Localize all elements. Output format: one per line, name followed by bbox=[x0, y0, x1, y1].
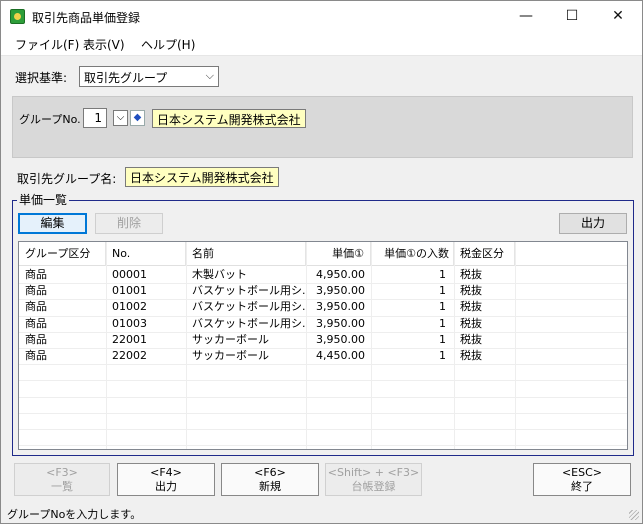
table-cell: 1 bbox=[439, 268, 446, 281]
f4-output-button[interactable]: <F4> 出力 bbox=[117, 463, 215, 496]
column-header[interactable]: グループ区分 bbox=[19, 242, 106, 266]
delete-button[interactable]: 削除 bbox=[95, 213, 163, 234]
column-header[interactable]: 名前 bbox=[186, 242, 306, 266]
table-cell: 1 bbox=[439, 316, 446, 330]
table-cell: 4,450.00 bbox=[316, 349, 365, 362]
table-cell: 01002 bbox=[112, 300, 147, 314]
table-cell: 01003 bbox=[112, 316, 147, 330]
f4-action-label: 出力 bbox=[155, 480, 177, 493]
table-cell: 1 bbox=[439, 284, 446, 298]
group-no-label: グループNo. bbox=[19, 113, 81, 126]
f6-action-label: 新規 bbox=[259, 480, 281, 493]
table-cell: 4,950.00 bbox=[316, 268, 365, 281]
table-cell: 税抜 bbox=[460, 332, 482, 346]
f6-key-label: <F6> bbox=[254, 466, 286, 479]
table-cell: 商品 bbox=[25, 332, 47, 346]
table-cell: 税抜 bbox=[460, 268, 482, 281]
table-cell: 商品 bbox=[25, 349, 47, 362]
table-cell: 商品 bbox=[25, 300, 47, 314]
table-cell: バスケットボール用シ... bbox=[192, 300, 306, 314]
title-bar: 取引先商品単価登録 — ☐ ✕ bbox=[1, 1, 642, 32]
table-cell: 3,950.00 bbox=[316, 284, 365, 298]
app-window: 取引先商品単価登録 — ☐ ✕ ファイル(F) 表示(V) ヘルプ(H) 選択基… bbox=[0, 0, 643, 524]
resize-grip-icon[interactable] bbox=[629, 510, 639, 520]
table-cell: 1 bbox=[439, 332, 446, 346]
group-lookup-button[interactable]: ◆ bbox=[130, 110, 145, 126]
menu-bar: ファイル(F) 表示(V) ヘルプ(H) bbox=[1, 32, 642, 56]
esc-exit-button[interactable]: <ESC> 終了 bbox=[533, 463, 631, 496]
app-icon bbox=[10, 9, 25, 24]
table-header: グループ区分 No. 名前 単価① 単価①の入数 税金区分 bbox=[19, 242, 627, 266]
group-name-display: 日本システム開発株式会社 bbox=[152, 109, 306, 128]
table-cell: 木製バット bbox=[192, 268, 247, 281]
table-cell: 1 bbox=[439, 349, 446, 362]
maximize-button[interactable]: ☐ bbox=[549, 1, 595, 32]
table-cell: 税抜 bbox=[460, 349, 482, 362]
diamond-icon: ◆ bbox=[133, 112, 142, 123]
table-cell: 税抜 bbox=[460, 300, 482, 314]
column-header[interactable]: 税金区分 bbox=[454, 242, 515, 266]
table-cell: 22002 bbox=[112, 349, 147, 362]
f3-list-button[interactable]: <F3> 一覧 bbox=[14, 463, 110, 496]
f4-key-label: <F4> bbox=[150, 466, 182, 479]
table-cell: 3,950.00 bbox=[316, 300, 365, 314]
table-cell: 税抜 bbox=[460, 284, 482, 298]
table-cell: 商品 bbox=[25, 284, 47, 298]
close-button[interactable]: ✕ bbox=[595, 1, 641, 32]
status-text: グループNoを入力します。 bbox=[7, 508, 142, 521]
shift-f3-action-label: 台帳登録 bbox=[351, 480, 396, 493]
group-name-field: 日本システム開発株式会社 bbox=[125, 167, 279, 187]
chevron-down-icon: ⌵ bbox=[205, 69, 214, 82]
column-header[interactable]: 単価① bbox=[306, 242, 371, 266]
table-cell: 商品 bbox=[25, 316, 47, 330]
column-header[interactable]: No. bbox=[106, 242, 186, 266]
table-cell: 3,950.00 bbox=[316, 332, 365, 346]
group-name-label: 取引先グループ名: bbox=[17, 172, 117, 186]
menu-file[interactable]: ファイル(F) bbox=[15, 36, 79, 53]
selection-criteria-label: 選択基準: bbox=[15, 71, 68, 85]
shift-f3-key-label: <Shift> + <F3> bbox=[327, 466, 420, 479]
group-no-input[interactable]: 1 bbox=[83, 108, 107, 128]
esc-action-label: 終了 bbox=[571, 480, 593, 493]
menu-view[interactable]: 表示(V) bbox=[83, 36, 125, 53]
f3-key-label: <F3> bbox=[46, 466, 78, 479]
table-cell: バスケットボール用シ... bbox=[192, 316, 306, 330]
price-list-title: 単価一覧 bbox=[17, 191, 70, 208]
table-cell: サッカーボール bbox=[192, 349, 269, 362]
output-button[interactable]: 出力 bbox=[559, 213, 627, 234]
f6-new-button[interactable]: <F6> 新規 bbox=[221, 463, 319, 496]
table-cell: 22001 bbox=[112, 332, 147, 346]
table-cell: 01001 bbox=[112, 284, 147, 298]
table-cell: 税抜 bbox=[460, 316, 482, 330]
table-cell: サッカーボール bbox=[192, 332, 269, 346]
table-cell: 3,950.00 bbox=[316, 316, 365, 330]
table-cell: 商品 bbox=[25, 268, 47, 281]
table-cell: 1 bbox=[439, 300, 446, 314]
menu-help[interactable]: ヘルプ(H) bbox=[141, 36, 195, 53]
price-table[interactable]: グループ区分 No. 名前 単価① 単価①の入数 税金区分 商品 00001 木製バ… bbox=[18, 241, 628, 450]
esc-key-label: <ESC> bbox=[561, 466, 603, 479]
table-cell: バスケットボール用シ... bbox=[192, 284, 306, 298]
minimize-button[interactable]: — bbox=[503, 1, 549, 32]
status-bar: グループNoを入力します。 bbox=[1, 503, 642, 524]
window-title: 取引先商品単価登録 bbox=[32, 11, 141, 25]
table-cell: 00001 bbox=[112, 268, 147, 281]
selection-criteria-value: 取引先グループ bbox=[84, 71, 168, 85]
chevron-down-icon: ⌵ bbox=[116, 112, 125, 123]
f3-action-label: 一覧 bbox=[51, 480, 73, 493]
selection-criteria-select[interactable]: 取引先グループ ⌵ bbox=[79, 66, 219, 87]
group-dropdown-button[interactable]: ⌵ bbox=[113, 110, 128, 126]
edit-button[interactable]: 編集 bbox=[18, 213, 87, 234]
shift-f3-ledger-button[interactable]: <Shift> + <F3> 台帳登録 bbox=[325, 463, 422, 496]
column-header[interactable]: 単価①の入数 bbox=[371, 242, 454, 266]
